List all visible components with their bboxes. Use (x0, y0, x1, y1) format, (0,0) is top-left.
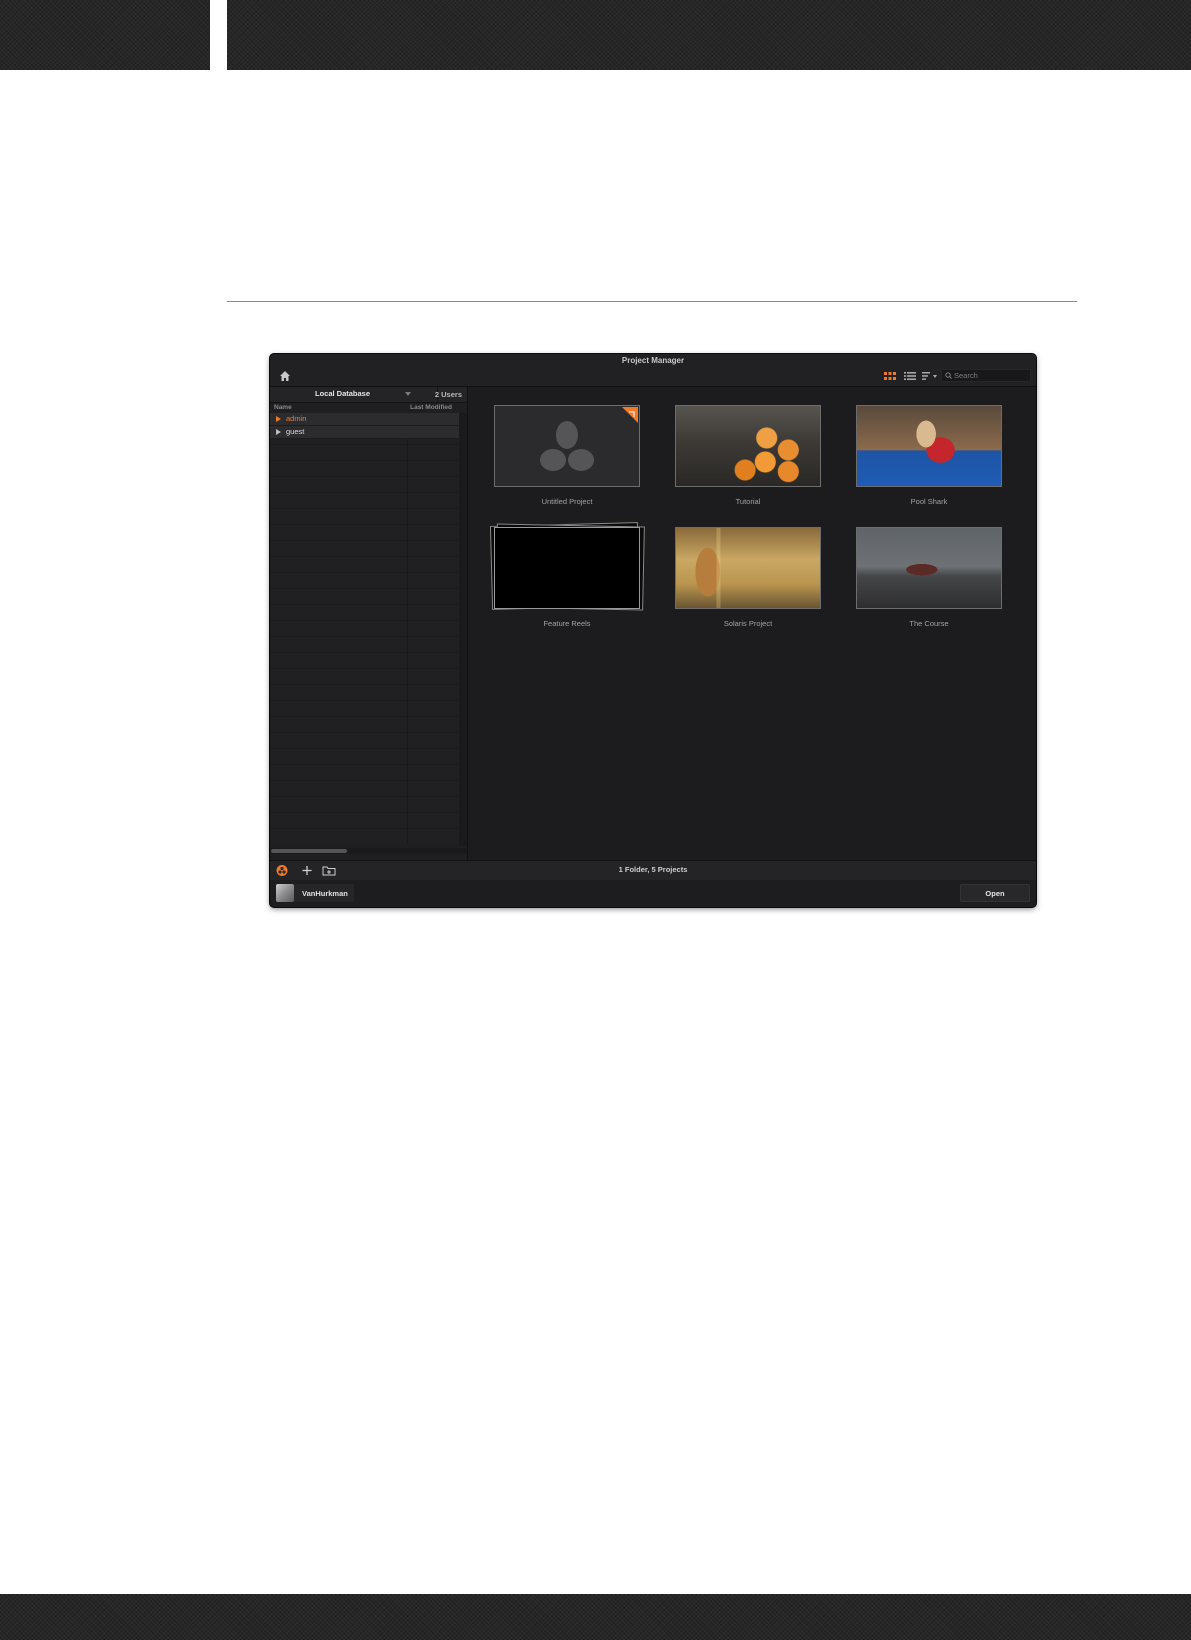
search-box (941, 369, 1031, 382)
open-button[interactable]: Open (960, 884, 1030, 902)
project-tile-the-course[interactable]: The Course (856, 527, 1002, 637)
resolve-logo-icon (540, 421, 594, 471)
title-bar: Project Manager (270, 354, 1036, 387)
project-tile-solaris[interactable]: Solaris Project (675, 527, 821, 637)
project-name: Untitled Project (541, 497, 593, 506)
column-header-name[interactable]: Name (274, 404, 292, 411)
current-user[interactable]: VanHurkman (276, 884, 354, 902)
database-selector[interactable]: Local Database (315, 389, 415, 400)
folder-tile-feature-reels[interactable]: Feature Reels (489, 522, 645, 637)
horizontal-rule (227, 301, 1077, 302)
search-icon (945, 372, 952, 379)
user-row-guest[interactable]: guest (270, 426, 459, 439)
project-name: Tutorial (735, 497, 761, 506)
status-bar: 1 Folder, 5 Projects (270, 860, 1036, 881)
database-name: Local Database (315, 389, 371, 398)
new-project-corner-icon (622, 407, 638, 423)
user-name: guest (286, 427, 305, 436)
home-icon[interactable] (279, 370, 291, 382)
sort-icon[interactable] (922, 371, 938, 381)
avatar (276, 884, 294, 902)
user-panel: Local Database 2 Users Name Last Modifie… (270, 387, 468, 860)
users-count: 2 Users (434, 390, 462, 399)
horizontal-scrollbar[interactable] (270, 848, 467, 854)
project-thumbnail[interactable] (675, 405, 821, 487)
search-input[interactable] (954, 369, 1028, 382)
window-title: Project Manager (621, 356, 685, 365)
status-text: 1 Folder, 5 Projects (618, 865, 688, 874)
header-band-right (227, 0, 1191, 70)
vertical-scrollbar[interactable] (459, 413, 467, 846)
header-band-left (0, 0, 210, 70)
project-name: The Course (909, 619, 949, 628)
disclosure-arrow-icon[interactable] (276, 429, 281, 435)
scrollbar-thumb[interactable] (271, 849, 347, 853)
user-row-admin[interactable]: admin (270, 413, 459, 426)
project-thumbnail[interactable] (856, 405, 1002, 487)
project-thumbnail[interactable] (494, 405, 640, 487)
user-list: admin guest (270, 413, 459, 843)
grid-view-icon[interactable] (884, 371, 896, 381)
project-tile-tutorial[interactable]: Tutorial (675, 405, 821, 515)
project-name: Solaris Project (723, 619, 773, 628)
chevron-down-icon (405, 392, 411, 396)
project-name: Pool Shark (910, 497, 948, 506)
folder-name: Feature Reels (543, 619, 591, 628)
project-tile-pool-shark[interactable]: Pool Shark (856, 405, 1002, 515)
column-header-last-modified[interactable]: Last Modified (410, 404, 452, 411)
username: VanHurkman (302, 889, 348, 898)
disclosure-arrow-icon[interactable] (276, 416, 281, 422)
user-name: admin (286, 414, 307, 423)
project-tile-untitled[interactable]: Untitled Project (494, 405, 640, 515)
bottom-bar: VanHurkman Open (270, 880, 1036, 907)
project-grid: Untitled Project Tutorial Pool Shark Fea… (468, 387, 1036, 860)
footer-band (0, 1594, 1191, 1640)
user-list-header: Name Last Modified (270, 403, 459, 413)
project-manager-window: Project Manager Local Databa (270, 354, 1036, 907)
database-bar: Local Database 2 Users (270, 387, 467, 403)
folder-thumbnail[interactable] (494, 527, 640, 609)
list-view-icon[interactable] (904, 371, 916, 381)
project-thumbnail[interactable] (856, 527, 1002, 609)
project-thumbnail[interactable] (675, 527, 821, 609)
